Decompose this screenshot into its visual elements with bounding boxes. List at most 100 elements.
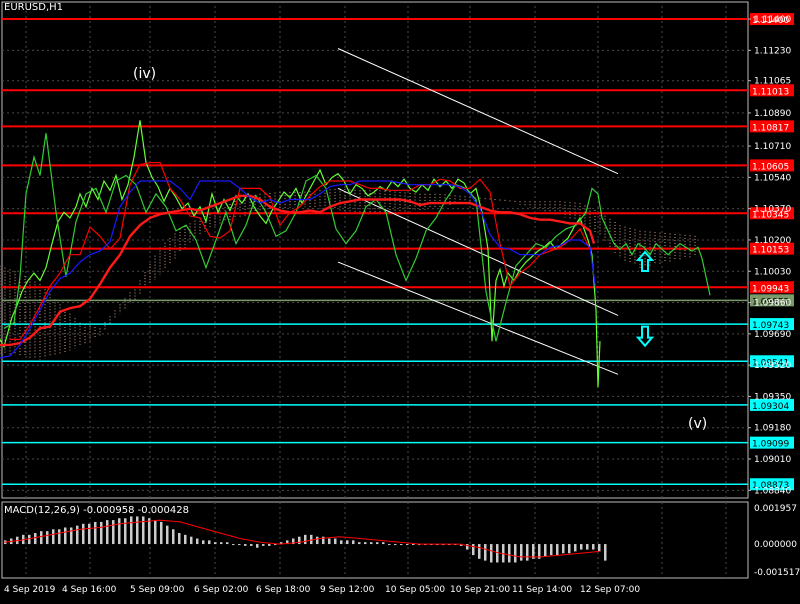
macd-histogram-bar — [484, 544, 487, 561]
macd-histogram-bar — [586, 544, 589, 550]
macd-histogram-bar — [604, 544, 607, 561]
macd-histogram-bar — [214, 542, 217, 545]
x-tick-label: 4 Sep 16:00 — [62, 585, 117, 595]
macd-histogram-bar — [52, 529, 55, 545]
macd-histogram-bar — [514, 544, 517, 563]
y-tick-label: 1.09690 — [754, 330, 791, 340]
y-tick-label: 1.10370 — [754, 205, 791, 215]
macd-histogram-bar — [28, 534, 31, 545]
macd-histogram-bar — [142, 516, 145, 545]
macd-histogram-bar — [238, 544, 241, 546]
macd-histogram-bar — [106, 520, 109, 545]
macd-histogram-bar — [100, 521, 103, 545]
macd-histogram-bar — [34, 532, 37, 545]
macd-histogram-bar — [130, 516, 133, 545]
macd-signal-line — [3, 519, 601, 558]
y-tick-label: 1.09010 — [754, 455, 791, 465]
arrow-down-icon — [635, 325, 655, 348]
y-tick-label: 1.10890 — [754, 109, 791, 119]
macd-histogram-bar — [304, 534, 307, 545]
macd-title: MACD(12,26,9) -0.000958 -0.000428 — [4, 505, 189, 516]
macd-histogram-bar — [160, 521, 163, 545]
x-tick-label: 10 Sep 21:00 — [450, 585, 510, 595]
y-tick-label: 1.09860 — [754, 299, 791, 309]
macd-histogram-bar — [64, 527, 67, 545]
chart-stage: 1.11400 1.11013 1.10817 1.10605 1.10345 1.101… — [0, 0, 800, 600]
macd-histogram-bar — [172, 529, 175, 545]
x-tick-label: 6 Sep 02:00 — [194, 585, 249, 595]
wave-label-v: (v) — [688, 416, 708, 432]
x-tick-label: 11 Sep 14:00 — [512, 585, 572, 595]
macd-histogram-bar — [562, 544, 565, 554]
macd-histogram-bar — [112, 520, 115, 545]
macd-histogram-bar — [364, 542, 367, 545]
macd-histogram-bar — [268, 544, 271, 546]
macd-y-tick-label: -0.001517 — [754, 568, 800, 578]
indicator-series-line — [0, 194, 596, 347]
macd-histogram-bar — [526, 544, 529, 561]
macd-histogram-bar — [334, 538, 337, 545]
macd-histogram-bar — [370, 542, 373, 545]
macd-histogram-bar — [574, 544, 577, 552]
macd-histogram-bar — [178, 532, 181, 545]
level-price-label: 1.09304 — [752, 402, 789, 412]
trend-channel-line — [337, 261, 619, 375]
macd-histogram-bar — [46, 531, 49, 545]
y-tick-label: 1.10030 — [754, 267, 791, 277]
x-tick-label: 12 Sep 07:00 — [580, 585, 640, 595]
macd-histogram-bar — [568, 544, 571, 554]
macd-histogram-bar — [208, 540, 211, 545]
level-price-label: 1.10153 — [752, 246, 789, 256]
y-tick-label: 1.11230 — [754, 46, 791, 56]
arrow-down-shape — [635, 325, 655, 348]
macd-histogram-bar — [88, 523, 91, 545]
x-tick-label: 5 Sep 09:00 — [130, 585, 185, 595]
macd-y-tick-label: 0.001957 — [754, 504, 797, 514]
macd-histogram-bar — [472, 544, 475, 556]
macd-histogram-bar — [478, 544, 481, 559]
macd-histogram-bar — [598, 544, 601, 552]
macd-histogram-bar — [550, 544, 553, 556]
macd-histogram-bar — [232, 544, 235, 546]
y-tick-label: 1.10540 — [754, 173, 791, 183]
macd-histogram-bar — [298, 536, 301, 545]
macd-histogram-bar — [544, 544, 547, 557]
macd-histogram-bar — [340, 540, 343, 545]
macd-histogram-bar — [328, 538, 331, 545]
macd-histogram-bar — [118, 518, 121, 545]
level-price-label: 1.10817 — [752, 123, 789, 133]
macd-histogram-bar — [352, 540, 355, 545]
y-tick-label: 1.11400 — [754, 15, 791, 25]
macd-histogram-bar — [520, 544, 523, 561]
macd-histogram-bar — [70, 527, 73, 545]
macd-histogram-bar — [556, 544, 559, 556]
macd-histogram-bar — [190, 536, 193, 545]
macd-histogram-bar — [256, 544, 259, 548]
macd-histogram-bar — [154, 520, 157, 545]
macd-histogram-bar — [316, 536, 319, 545]
macd-y-tick-label: 0.000000 — [754, 540, 797, 550]
level-price-label: 1.09943 — [752, 284, 789, 294]
macd-histogram-bar — [220, 542, 223, 545]
macd-histogram-bar — [82, 523, 85, 545]
wave-label-iv: (iv) — [133, 66, 157, 82]
trend-channel-line — [337, 187, 619, 316]
macd-histogram-bar — [358, 542, 361, 545]
macd-histogram-bar — [136, 516, 139, 545]
macd-histogram-bar — [580, 544, 583, 550]
macd-histogram-bar — [394, 544, 397, 546]
macd-histogram-bar — [400, 544, 403, 546]
trend-channel-line — [337, 48, 619, 175]
macd-histogram-bar — [490, 544, 493, 563]
main-plot-frame — [1, 1, 749, 499]
macd-histogram-bar — [250, 544, 253, 546]
x-tick-label: 6 Sep 18:00 — [256, 585, 311, 595]
y-tick-label: 1.10710 — [754, 142, 791, 152]
macd-histogram-bar — [310, 534, 313, 545]
level-price-label: 1.11013 — [752, 87, 789, 97]
macd-histogram-bar — [412, 544, 415, 546]
macd-histogram-bar — [76, 525, 79, 545]
macd-histogram-bar — [376, 542, 379, 545]
macd-histogram-bar — [406, 544, 409, 546]
y-tick-label: 1.09350 — [754, 392, 791, 402]
